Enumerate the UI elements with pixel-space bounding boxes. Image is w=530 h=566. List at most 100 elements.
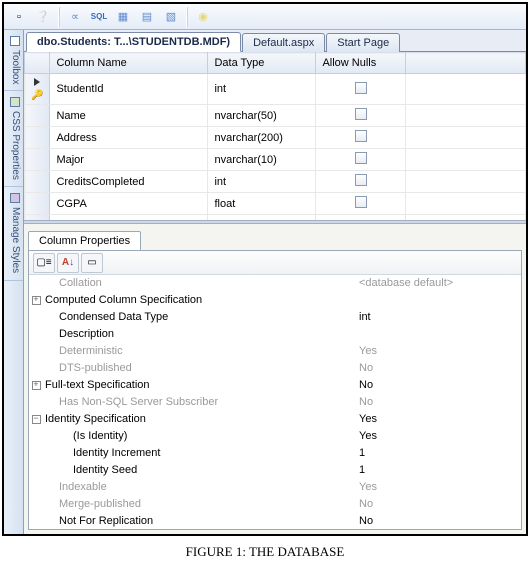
property-row[interactable]: Identity Increment1	[29, 445, 521, 462]
row-header[interactable]: 🔑	[25, 74, 50, 105]
checkbox[interactable]	[355, 130, 367, 142]
table-row[interactable]: Majornvarchar(10)	[25, 149, 526, 171]
property-value[interactable]: Yes	[353, 430, 521, 442]
cell-allow-nulls[interactable]	[316, 171, 406, 193]
property-row[interactable]: +Full-text SpecificationNo	[29, 377, 521, 394]
property-value[interactable]: Yes	[353, 345, 521, 357]
column-properties-tab[interactable]: Column Properties	[28, 231, 141, 250]
property-value[interactable]: No	[353, 379, 521, 391]
cell-spacer	[406, 74, 526, 105]
property-row[interactable]: +Computed Column Specification	[29, 292, 521, 309]
bulb-icon[interactable]: ❔	[32, 6, 54, 28]
columns-grid[interactable]: Column Name Data Type Allow Nulls 🔑Stude…	[24, 52, 526, 220]
grid-header-nulls[interactable]: Allow Nulls	[316, 53, 406, 74]
property-value[interactable]: No	[353, 498, 521, 510]
expand-icon[interactable]: −	[29, 413, 43, 425]
property-row[interactable]: (Is Identity)Yes	[29, 428, 521, 445]
alphabetical-icon[interactable]: A↓	[57, 253, 79, 273]
cell-column-name[interactable]: CGPA	[50, 193, 208, 215]
checkbox[interactable]	[355, 108, 367, 120]
row-header[interactable]	[25, 149, 50, 171]
cell-data-type[interactable]: nvarchar(50)	[208, 105, 316, 127]
cell-allow-nulls[interactable]	[316, 74, 406, 105]
property-row[interactable]: DeterministicYes	[29, 343, 521, 360]
props-page-icon[interactable]: ▭	[81, 253, 103, 273]
property-value[interactable]: Yes	[353, 413, 521, 425]
row-header[interactable]	[25, 193, 50, 215]
property-row[interactable]: Merge-publishedNo	[29, 496, 521, 513]
cell-data-type[interactable]: nvarchar(200)	[208, 127, 316, 149]
property-name: Deterministic	[43, 345, 353, 357]
script-icon[interactable]: ▧	[160, 6, 182, 28]
branch-icon[interactable]: ∝	[64, 6, 86, 28]
checkbox[interactable]	[355, 82, 367, 94]
property-name: Collation	[43, 277, 353, 289]
tab-default-aspx[interactable]: Default.aspx	[242, 33, 325, 52]
cell-allow-nulls[interactable]	[316, 105, 406, 127]
property-value[interactable]: No	[353, 362, 521, 374]
properties-grid[interactable]: Collation<database default>+Computed Col…	[29, 275, 521, 529]
bulb2-icon[interactable]: ◉	[192, 6, 214, 28]
table-icon[interactable]: ▦	[112, 6, 134, 28]
property-row[interactable]: Collation<database default>	[29, 275, 521, 292]
row-header[interactable]	[25, 171, 50, 193]
expand-icon[interactable]: +	[29, 294, 43, 306]
cell-spacer	[406, 149, 526, 171]
property-value[interactable]: No	[353, 396, 521, 408]
property-row[interactable]: Description	[29, 326, 521, 343]
property-name: Merge-published	[43, 498, 353, 510]
checkbox[interactable]	[355, 174, 367, 186]
table-row[interactable]: Namenvarchar(50)	[25, 105, 526, 127]
tab-label: Default.aspx	[253, 37, 314, 49]
cell-data-type[interactable]: float	[208, 193, 316, 215]
cell-allow-nulls[interactable]	[316, 149, 406, 171]
cell-column-name[interactable]: CreditsCompleted	[50, 171, 208, 193]
cell-column-name[interactable]: Address	[50, 127, 208, 149]
property-row[interactable]: −Identity SpecificationYes	[29, 411, 521, 428]
tab-start-page[interactable]: Start Page	[326, 33, 400, 52]
property-row[interactable]: Has Non-SQL Server SubscriberNo	[29, 394, 521, 411]
property-row[interactable]: IndexableYes	[29, 479, 521, 496]
cell-column-name[interactable]: StudentId	[50, 74, 208, 105]
row-header[interactable]	[25, 105, 50, 127]
table-row[interactable]: 🔑StudentIdint	[25, 74, 526, 105]
property-value[interactable]: 1	[353, 447, 521, 459]
property-name: Description	[43, 328, 353, 340]
table-row[interactable]: CGPAfloat	[25, 193, 526, 215]
side-tab-css[interactable]: CSS Properties	[4, 91, 23, 187]
property-value[interactable]: int	[353, 311, 521, 323]
property-row[interactable]: Identity Seed1	[29, 462, 521, 479]
cell-column-name[interactable]: Major	[50, 149, 208, 171]
categorized-icon[interactable]: ▢≡	[33, 253, 55, 273]
grid-header-name[interactable]: Column Name	[50, 53, 208, 74]
cell-allow-nulls[interactable]	[316, 127, 406, 149]
row-icon[interactable]: ▤	[136, 6, 158, 28]
row-header[interactable]	[25, 127, 50, 149]
cell-column-name[interactable]: Name	[50, 105, 208, 127]
cell-data-type[interactable]: nvarchar(10)	[208, 149, 316, 171]
side-tab-label: Manage Styles	[10, 207, 21, 273]
grid-header-type[interactable]: Data Type	[208, 53, 316, 74]
property-value[interactable]: 1	[353, 464, 521, 476]
main-toolbar: ▫ ❔ ∝ SQL ▦ ▤ ▧ ◉	[4, 4, 526, 30]
sql-icon[interactable]: SQL	[88, 6, 110, 28]
checkbox[interactable]	[355, 196, 367, 208]
checkbox[interactable]	[355, 152, 367, 164]
property-value[interactable]: No	[353, 515, 521, 527]
tab-students[interactable]: dbo.Students: T...\STUDENTDB.MDF)	[26, 32, 241, 52]
pointer-icon[interactable]: ▫	[8, 6, 30, 28]
property-row[interactable]: DTS-publishedNo	[29, 360, 521, 377]
property-row[interactable]: Not For ReplicationNo	[29, 513, 521, 529]
property-name: Not For Replication	[43, 515, 353, 527]
side-tab-manage[interactable]: Manage Styles	[4, 187, 23, 280]
cell-data-type[interactable]: int	[208, 74, 316, 105]
cell-allow-nulls[interactable]	[316, 193, 406, 215]
property-row[interactable]: Condensed Data Typeint	[29, 309, 521, 326]
table-row[interactable]: Addressnvarchar(200)	[25, 127, 526, 149]
side-tab-toolbox[interactable]: Toolbox	[4, 30, 23, 91]
table-row[interactable]: CreditsCompletedint	[25, 171, 526, 193]
property-value[interactable]: Yes	[353, 481, 521, 493]
cell-data-type[interactable]: int	[208, 171, 316, 193]
property-value[interactable]: <database default>	[353, 277, 521, 289]
expand-icon[interactable]: +	[29, 379, 43, 391]
